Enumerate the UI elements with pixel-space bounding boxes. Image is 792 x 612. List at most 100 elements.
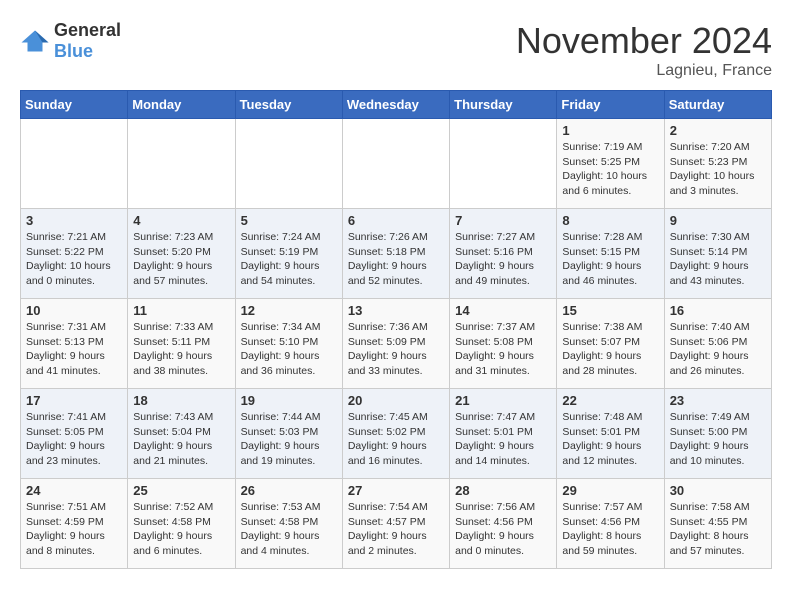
- calendar-week-row: 24 Sunrise: 7:51 AM Sunset: 4:59 PM Dayli…: [21, 479, 772, 569]
- day-info: Sunrise: 7:31 AM Sunset: 5:13 PM Dayligh…: [26, 320, 122, 379]
- day-number: 6: [348, 213, 444, 228]
- calendar-table: SundayMondayTuesdayWednesdayThursdayFrid…: [20, 90, 772, 569]
- location-title: Lagnieu, France: [516, 62, 772, 80]
- title-area: November 2024 Lagnieu, France: [516, 20, 772, 80]
- calendar-cell: 8 Sunrise: 7:28 AM Sunset: 5:15 PM Daylig…: [557, 209, 664, 299]
- calendar-cell: 11Sunrise: 7:33 AM Sunset: 5:11 PM Dayli…: [128, 299, 235, 389]
- logo-blue: Blue: [54, 41, 93, 61]
- day-info: Sunrise: 7:48 AM Sunset: 5:01 PM Dayligh…: [562, 410, 658, 469]
- day-info: Sunrise: 7:38 AM Sunset: 5:07 PM Dayligh…: [562, 320, 658, 379]
- day-number: 3: [26, 213, 122, 228]
- calendar-cell: 15Sunrise: 7:38 AM Sunset: 5:07 PM Dayli…: [557, 299, 664, 389]
- day-number: 16: [670, 303, 766, 318]
- calendar-cell: 17Sunrise: 7:41 AM Sunset: 5:05 PM Dayli…: [21, 389, 128, 479]
- calendar-cell: 29Sunrise: 7:57 AM Sunset: 4:56 PM Dayli…: [557, 479, 664, 569]
- calendar-week-row: 10 Sunrise: 7:31 AM Sunset: 5:13 PM Dayli…: [21, 299, 772, 389]
- day-info: Sunrise: 7:26 AM Sunset: 5:18 PM Dayligh…: [348, 230, 444, 289]
- calendar-cell: [450, 119, 557, 209]
- day-header: Friday: [557, 91, 664, 119]
- day-info: Sunrise: 7:28 AM Sunset: 5:15 PM Dayligh…: [562, 230, 658, 289]
- day-number: 8: [562, 213, 658, 228]
- calendar-cell: 9 Sunrise: 7:30 AM Sunset: 5:14 PM Daylig…: [664, 209, 771, 299]
- day-info: Sunrise: 7:47 AM Sunset: 5:01 PM Dayligh…: [455, 410, 551, 469]
- day-header: Wednesday: [342, 91, 449, 119]
- day-number: 2: [670, 123, 766, 138]
- calendar-cell: 10 Sunrise: 7:31 AM Sunset: 5:13 PM Dayli…: [21, 299, 128, 389]
- calendar-cell: [342, 119, 449, 209]
- month-title: November 2024: [516, 20, 772, 62]
- calendar-cell: 2 Sunrise: 7:20 AM Sunset: 5:23 PM Daylig…: [664, 119, 771, 209]
- calendar-cell: 26Sunrise: 7:53 AM Sunset: 4:58 PM Dayli…: [235, 479, 342, 569]
- calendar-cell: 18Sunrise: 7:43 AM Sunset: 5:04 PM Dayli…: [128, 389, 235, 479]
- calendar-cell: 4Sunrise: 7:23 AM Sunset: 5:20 PM Daylig…: [128, 209, 235, 299]
- day-number: 20: [348, 393, 444, 408]
- calendar-cell: 5 Sunrise: 7:24 AM Sunset: 5:19 PM Daylig…: [235, 209, 342, 299]
- day-info: Sunrise: 7:57 AM Sunset: 4:56 PM Dayligh…: [562, 500, 658, 559]
- calendar-cell: 30Sunrise: 7:58 AM Sunset: 4:55 PM Dayli…: [664, 479, 771, 569]
- day-info: Sunrise: 7:51 AM Sunset: 4:59 PM Dayligh…: [26, 500, 122, 559]
- calendar-cell: 21 Sunrise: 7:47 AM Sunset: 5:01 PM Dayli…: [450, 389, 557, 479]
- day-info: Sunrise: 7:44 AM Sunset: 5:03 PM Dayligh…: [241, 410, 337, 469]
- logo-general: General: [54, 20, 121, 40]
- calendar-cell: 16 Sunrise: 7:40 AM Sunset: 5:06 PM Dayli…: [664, 299, 771, 389]
- day-number: 1: [562, 123, 658, 138]
- calendar-week-row: 1 Sunrise: 7:19 AM Sunset: 5:25 PM Daylig…: [21, 119, 772, 209]
- day-number: 23: [670, 393, 766, 408]
- day-info: Sunrise: 7:49 AM Sunset: 5:00 PM Dayligh…: [670, 410, 766, 469]
- day-number: 12: [241, 303, 337, 318]
- calendar-cell: 14 Sunrise: 7:37 AM Sunset: 5:08 PM Dayli…: [450, 299, 557, 389]
- day-number: 13: [348, 303, 444, 318]
- day-number: 7: [455, 213, 551, 228]
- day-number: 28: [455, 483, 551, 498]
- day-number: 19: [241, 393, 337, 408]
- day-number: 9: [670, 213, 766, 228]
- calendar-cell: [235, 119, 342, 209]
- day-info: Sunrise: 7:20 AM Sunset: 5:23 PM Dayligh…: [670, 140, 766, 199]
- calendar-cell: 3Sunrise: 7:21 AM Sunset: 5:22 PM Daylig…: [21, 209, 128, 299]
- calendar-cell: 27 Sunrise: 7:54 AM Sunset: 4:57 PM Dayli…: [342, 479, 449, 569]
- calendar-week-row: 3Sunrise: 7:21 AM Sunset: 5:22 PM Daylig…: [21, 209, 772, 299]
- calendar-cell: 24 Sunrise: 7:51 AM Sunset: 4:59 PM Dayli…: [21, 479, 128, 569]
- day-info: Sunrise: 7:24 AM Sunset: 5:19 PM Dayligh…: [241, 230, 337, 289]
- day-number: 27: [348, 483, 444, 498]
- day-header: Monday: [128, 91, 235, 119]
- calendar-cell: [128, 119, 235, 209]
- day-header: Thursday: [450, 91, 557, 119]
- day-number: 25: [133, 483, 229, 498]
- day-number: 30: [670, 483, 766, 498]
- day-info: Sunrise: 7:56 AM Sunset: 4:56 PM Dayligh…: [455, 500, 551, 559]
- day-info: Sunrise: 7:30 AM Sunset: 5:14 PM Dayligh…: [670, 230, 766, 289]
- calendar-cell: 25 Sunrise: 7:52 AM Sunset: 4:58 PM Dayli…: [128, 479, 235, 569]
- day-info: Sunrise: 7:54 AM Sunset: 4:57 PM Dayligh…: [348, 500, 444, 559]
- day-info: Sunrise: 7:19 AM Sunset: 5:25 PM Dayligh…: [562, 140, 658, 199]
- calendar-cell: 6 Sunrise: 7:26 AM Sunset: 5:18 PM Daylig…: [342, 209, 449, 299]
- day-header: Sunday: [21, 91, 128, 119]
- day-number: 24: [26, 483, 122, 498]
- day-number: 11: [133, 303, 229, 318]
- day-number: 5: [241, 213, 337, 228]
- day-info: Sunrise: 7:52 AM Sunset: 4:58 PM Dayligh…: [133, 500, 229, 559]
- day-number: 10: [26, 303, 122, 318]
- calendar-cell: 1 Sunrise: 7:19 AM Sunset: 5:25 PM Daylig…: [557, 119, 664, 209]
- calendar-week-row: 17Sunrise: 7:41 AM Sunset: 5:05 PM Dayli…: [21, 389, 772, 479]
- day-number: 4: [133, 213, 229, 228]
- day-info: Sunrise: 7:45 AM Sunset: 5:02 PM Dayligh…: [348, 410, 444, 469]
- day-number: 26: [241, 483, 337, 498]
- calendar-cell: 20 Sunrise: 7:45 AM Sunset: 5:02 PM Dayli…: [342, 389, 449, 479]
- day-info: Sunrise: 7:37 AM Sunset: 5:08 PM Dayligh…: [455, 320, 551, 379]
- day-info: Sunrise: 7:40 AM Sunset: 5:06 PM Dayligh…: [670, 320, 766, 379]
- day-number: 22: [562, 393, 658, 408]
- day-info: Sunrise: 7:41 AM Sunset: 5:05 PM Dayligh…: [26, 410, 122, 469]
- day-number: 14: [455, 303, 551, 318]
- day-info: Sunrise: 7:34 AM Sunset: 5:10 PM Dayligh…: [241, 320, 337, 379]
- day-info: Sunrise: 7:43 AM Sunset: 5:04 PM Dayligh…: [133, 410, 229, 469]
- calendar-cell: 13 Sunrise: 7:36 AM Sunset: 5:09 PM Dayli…: [342, 299, 449, 389]
- calendar-header: SundayMondayTuesdayWednesdayThursdayFrid…: [21, 91, 772, 119]
- logo-icon: [20, 29, 50, 53]
- calendar-cell: 23 Sunrise: 7:49 AM Sunset: 5:00 PM Dayli…: [664, 389, 771, 479]
- day-header: Saturday: [664, 91, 771, 119]
- header: General Blue November 2024 Lagnieu, Fran…: [20, 20, 772, 80]
- day-number: 21: [455, 393, 551, 408]
- day-header: Tuesday: [235, 91, 342, 119]
- day-info: Sunrise: 7:36 AM Sunset: 5:09 PM Dayligh…: [348, 320, 444, 379]
